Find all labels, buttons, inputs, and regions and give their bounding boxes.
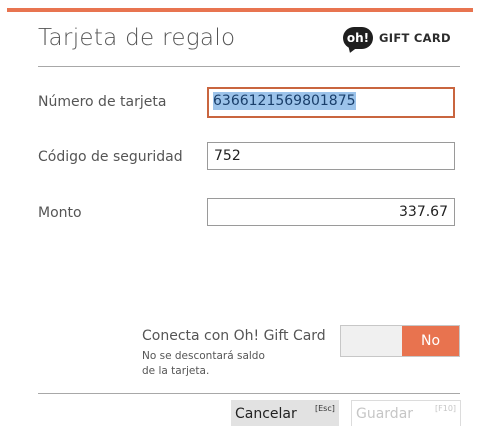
oh-logo-icon: oh!: [343, 27, 373, 49]
card-number-input[interactable]: 6366121569801875: [207, 87, 455, 118]
connect-label: Conecta con Oh! Gift Card: [142, 328, 326, 344]
save-button-label: Guardar: [356, 406, 414, 422]
toggle-value: No: [402, 326, 459, 356]
security-code-label: Código de seguridad: [38, 149, 183, 165]
card-number-value: 6366121569801875: [213, 92, 356, 110]
amount-input[interactable]: 337.67: [207, 198, 455, 226]
header-divider: [38, 66, 460, 67]
oh-gift-card-logo: oh! GIFT CARD: [343, 27, 451, 49]
cancel-shortcut: [Esc]: [315, 404, 335, 413]
dialog-title: Tarjeta de regalo: [38, 25, 236, 51]
connect-sublabel-line2: de la tarjeta.: [142, 365, 210, 377]
amount-label: Monto: [38, 205, 82, 221]
save-button[interactable]: Guardar [F10]: [351, 400, 461, 426]
footer-divider: [38, 393, 460, 394]
connect-toggle[interactable]: No: [340, 325, 460, 357]
logo-text: GIFT CARD: [379, 31, 451, 45]
card-number-label: Número de tarjeta: [38, 94, 167, 110]
dialog-top-bar: [0, 0, 478, 12]
save-shortcut: [F10]: [435, 404, 457, 413]
connect-sublabel-line1: No se descontará saldo: [142, 350, 265, 362]
cancel-button-label: Cancelar: [235, 406, 297, 422]
toggle-off-area: [341, 326, 402, 356]
connect-sublabel: No se descontará saldo de la tarjeta.: [142, 349, 312, 379]
cancel-button[interactable]: Cancelar [Esc]: [231, 400, 339, 426]
accent-stripe: [7, 8, 473, 12]
security-code-input[interactable]: 752: [207, 142, 455, 170]
